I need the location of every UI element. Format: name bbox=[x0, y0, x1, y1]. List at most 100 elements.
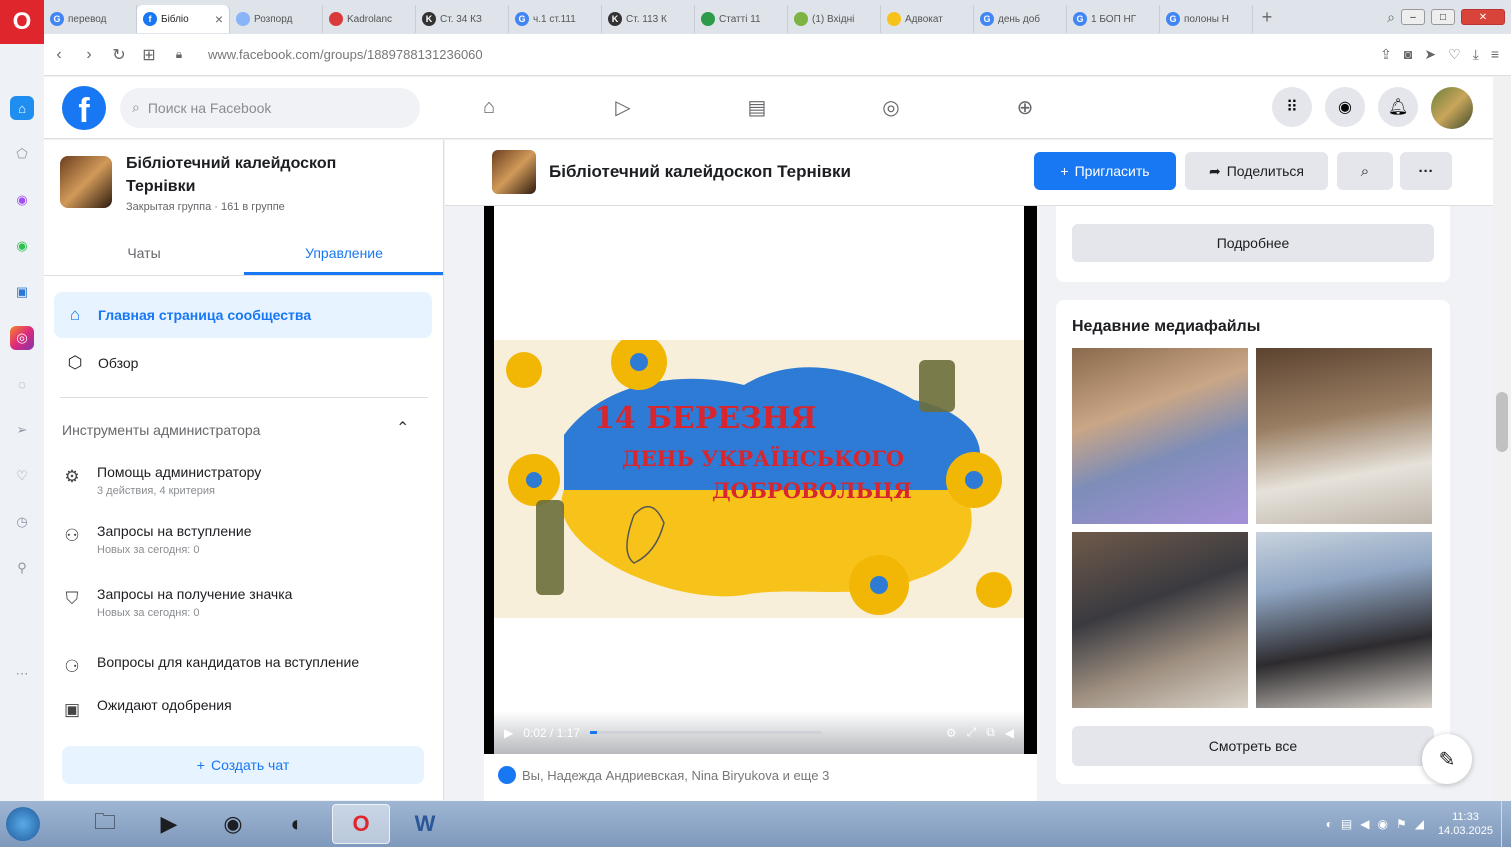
video-poster[interactable]: 14 БЕРЕЗНЯ ДЕНЬ УКРАЇНСЬКОГО ДОБРОВОЛЬЦЯ bbox=[494, 340, 1024, 618]
speaker-icon[interactable]: ◀ bbox=[1360, 817, 1369, 831]
admin-item-badge-requests[interactable]: ⛉ Запросы на получение значка Новых за с… bbox=[60, 586, 430, 628]
download-icon[interactable]: ⤓ bbox=[1473, 46, 1479, 63]
group-thumbnail[interactable] bbox=[60, 156, 112, 208]
video-player[interactable]: 14 БЕРЕЗНЯ ДЕНЬ УКРАЇНСЬКОГО ДОБРОВОЛЬЦЯ… bbox=[484, 206, 1037, 754]
flag-tray-icon[interactable]: ⚑ bbox=[1396, 817, 1407, 831]
share-page-icon[interactable]: ⇪ bbox=[1380, 46, 1392, 63]
opera-taskbar-icon[interactable]: O bbox=[332, 804, 390, 844]
volume-icon[interactable]: ◀ bbox=[1005, 726, 1014, 740]
group-name[interactable]: Бібліотечний калейдоскоп Тернівки bbox=[126, 152, 386, 198]
back-icon[interactable]: ‹ bbox=[44, 46, 74, 64]
browser-tab[interactable]: Gполоны Н bbox=[1160, 5, 1253, 33]
edge-icon[interactable]: ◐ bbox=[268, 804, 326, 844]
invite-button[interactable]: + Пригласить bbox=[1034, 152, 1176, 190]
home-nav-icon[interactable]: ⌂ bbox=[468, 87, 510, 129]
maximize-icon[interactable]: □ bbox=[1431, 9, 1455, 25]
browser-tab[interactable]: Kadrolanc bbox=[323, 5, 416, 33]
browser-tab-active[interactable]: f Бібліо × bbox=[137, 5, 230, 33]
tab-manage[interactable]: Управление bbox=[244, 230, 443, 275]
forward-icon[interactable]: › bbox=[74, 46, 104, 64]
share-button[interactable]: ➦ Поделиться bbox=[1185, 152, 1328, 190]
browser-tab[interactable]: (1) Вхідні bbox=[788, 5, 881, 33]
media-photo[interactable] bbox=[1072, 348, 1248, 524]
network-icon[interactable]: ◢ bbox=[1415, 817, 1424, 831]
search-tabs-icon[interactable]: ⌕ bbox=[1387, 9, 1395, 26]
lock-icon[interactable]: 🔒︎ bbox=[164, 47, 194, 62]
more-options-icon[interactable]: ··· bbox=[1400, 152, 1452, 190]
gaming-nav-icon[interactable]: ⊕ bbox=[1004, 87, 1046, 129]
show-desktop-button[interactable] bbox=[1501, 801, 1511, 847]
play-icon[interactable]: ▶ bbox=[504, 726, 513, 740]
browser-tab[interactable]: K Ст. 113 К bbox=[602, 5, 695, 33]
create-chat-button[interactable]: + Создать чат bbox=[62, 746, 424, 784]
chrome-icon[interactable]: ◉ bbox=[204, 804, 262, 844]
diamond-icon[interactable]: ⬠ bbox=[10, 142, 34, 166]
language-icon[interactable]: ◐ bbox=[1326, 817, 1333, 831]
opera-logo-icon[interactable]: O bbox=[0, 0, 44, 44]
file-explorer-icon[interactable]: 🗀︎ bbox=[76, 804, 134, 844]
close-window-icon[interactable]: ✕ bbox=[1461, 9, 1505, 25]
admin-item-join-requests[interactable]: ⚇ Запросы на вступление Новых за сегодня… bbox=[60, 523, 430, 565]
send-icon[interactable]: ➤ bbox=[1424, 46, 1436, 63]
minimize-icon[interactable]: – bbox=[1401, 9, 1425, 25]
video-nav-icon[interactable]: ▷ bbox=[602, 87, 644, 129]
page-scrollbar[interactable] bbox=[1493, 77, 1511, 800]
chevron-up-icon[interactable]: ⌃ bbox=[396, 418, 409, 438]
group-header-name[interactable]: Бібліотечний калейдоскоп Тернівки bbox=[549, 162, 851, 182]
browser-tab[interactable]: G1 БОП НГ bbox=[1067, 5, 1160, 33]
facebook-logo-icon[interactable]: f bbox=[62, 85, 106, 130]
clock[interactable]: 11:33 14.03.2025 bbox=[1438, 810, 1493, 838]
heart-sidebar-icon[interactable]: ♡ bbox=[10, 464, 34, 488]
reload-icon[interactable]: ↻ bbox=[104, 45, 134, 65]
whatsapp-icon[interactable]: ◉ bbox=[10, 234, 34, 258]
browser-tab[interactable]: Gдень доб bbox=[974, 5, 1067, 33]
tab-grid-icon[interactable]: ⊞ bbox=[134, 45, 164, 65]
send-sidebar-icon[interactable]: ➢ bbox=[10, 418, 34, 442]
media-player-icon[interactable]: ▶︎ bbox=[140, 804, 198, 844]
messenger-icon[interactable]: ◉ bbox=[10, 188, 34, 212]
admin-item-membership-questions[interactable]: ⚆ Вопросы для кандидатов на вступление bbox=[60, 654, 430, 682]
media-photo[interactable] bbox=[1256, 348, 1432, 524]
close-tab-icon[interactable]: × bbox=[215, 11, 223, 27]
browser-tab[interactable]: Розпорд bbox=[230, 5, 323, 33]
fullscreen-icon[interactable]: ⤢ bbox=[967, 725, 977, 740]
bulb-icon[interactable]: ⚲ bbox=[10, 556, 34, 580]
browser-tab[interactable]: Статті 11 bbox=[695, 5, 788, 33]
menu-item-community-home[interactable]: ⌂ Главная страница сообщества bbox=[54, 292, 432, 338]
keyboard-icon[interactable]: ▤ bbox=[1341, 817, 1352, 831]
tab-chats[interactable]: Чаты bbox=[44, 230, 244, 275]
post-reactions[interactable]: Вы, Надежда Андриевская, Nina Biryukova … bbox=[498, 766, 829, 784]
browser-tab[interactable]: Адвокат bbox=[881, 5, 974, 33]
player-icon[interactable]: ◌ bbox=[10, 372, 34, 396]
group-header-thumbnail[interactable] bbox=[492, 150, 536, 194]
browser-tab[interactable]: K Ст. 34 КЗ bbox=[416, 5, 509, 33]
camera-icon[interactable]: ◙ bbox=[1404, 46, 1412, 63]
history-icon[interactable]: ◷ bbox=[10, 510, 34, 534]
start-button[interactable] bbox=[0, 801, 46, 847]
browser-tab[interactable]: Gперевод bbox=[44, 5, 137, 33]
apps-grid-icon[interactable]: ⠿ bbox=[1272, 86, 1312, 127]
group-search-icon[interactable]: ⌕ bbox=[1337, 152, 1393, 190]
admin-item-pending[interactable]: ▣ Ожидают одобрения bbox=[60, 697, 430, 737]
speed-dial-icon[interactable]: ⌂ bbox=[10, 96, 34, 120]
instagram-icon[interactable]: ◎ bbox=[10, 326, 34, 350]
profile-avatar[interactable] bbox=[1431, 86, 1473, 129]
heart-icon[interactable]: ♡ bbox=[1448, 46, 1461, 63]
new-message-icon[interactable]: ✎ bbox=[1422, 734, 1472, 784]
messenger-button-icon[interactable]: ◉ bbox=[1325, 86, 1365, 127]
url-field[interactable]: www.facebook.com/groups/1889788131236060 bbox=[208, 47, 483, 62]
vk-icon[interactable]: ▣ bbox=[10, 280, 34, 304]
notifications-bell-icon[interactable]: 🔔︎ bbox=[1378, 86, 1418, 127]
marketplace-nav-icon[interactable]: ▤ bbox=[736, 87, 778, 129]
see-all-button[interactable]: Смотреть все bbox=[1072, 726, 1434, 766]
video-progress-bar[interactable] bbox=[589, 731, 822, 734]
media-photo[interactable] bbox=[1072, 532, 1248, 708]
word-icon[interactable]: W bbox=[396, 804, 454, 844]
settings-gear-icon[interactable]: ⚙ bbox=[946, 726, 957, 740]
picture-in-picture-icon[interactable]: ⧉ bbox=[986, 725, 995, 740]
browser-tab[interactable]: Gч.1 ст.111 bbox=[509, 5, 602, 33]
groups-nav-icon[interactable]: ◎ bbox=[870, 87, 912, 129]
menu-item-overview[interactable]: ⬡ Обзор bbox=[54, 340, 432, 386]
more-info-button[interactable]: Подробнее bbox=[1072, 224, 1434, 262]
menu-icon[interactable]: ≡ bbox=[1491, 46, 1499, 63]
